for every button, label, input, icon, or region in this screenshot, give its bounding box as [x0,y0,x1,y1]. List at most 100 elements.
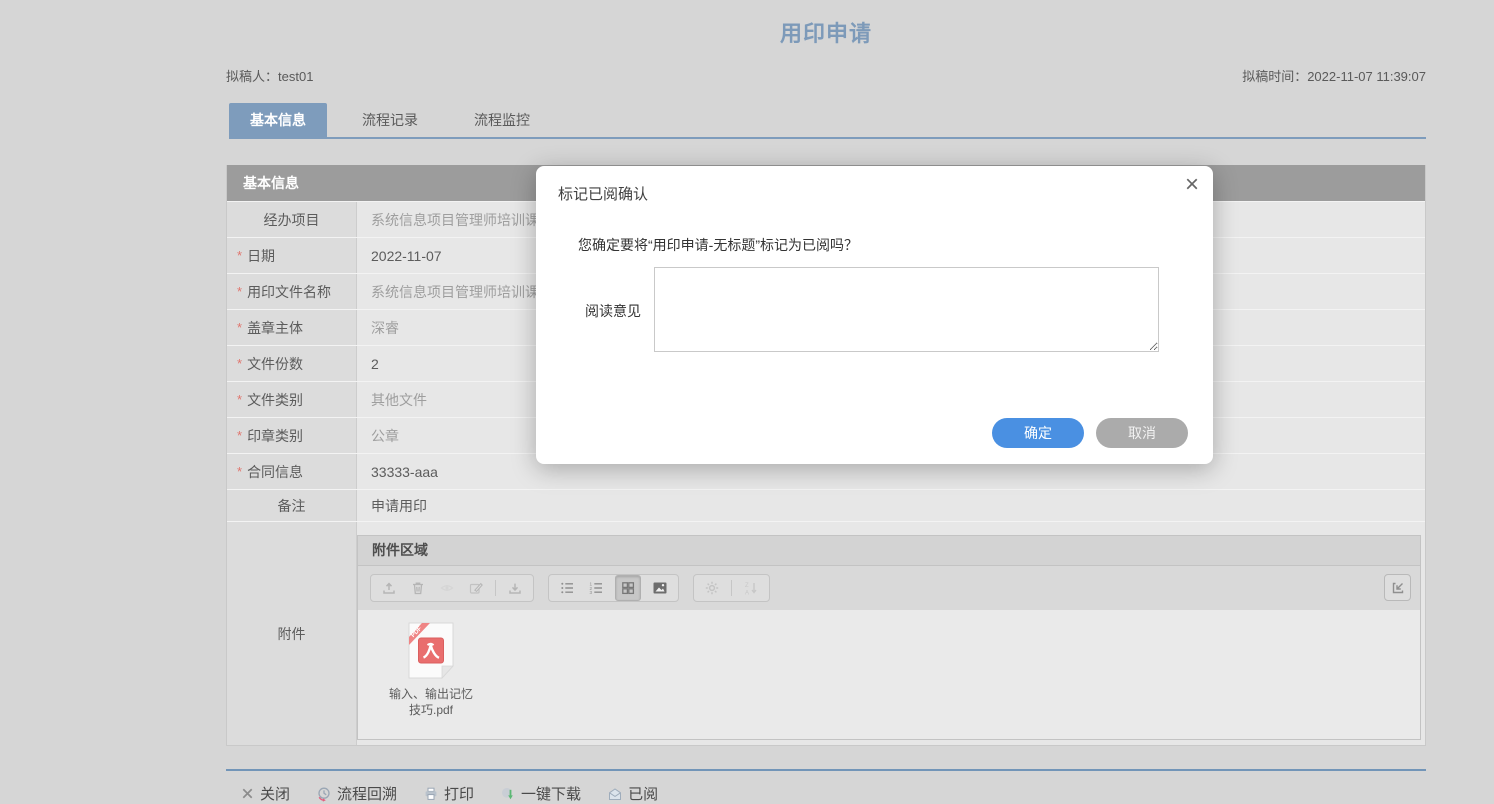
required-asterisk: * [237,356,243,371]
attachment-file-name: 输入、输出记忆 技巧.pdf [388,687,473,717]
sort-az-icon: ZA [743,580,759,596]
attachment-file-item[interactable]: PDF 输入、输出记忆 技巧.pdf [388,622,474,718]
required-asterisk: * [237,428,243,443]
reading-comment-textarea[interactable] [654,267,1159,352]
edit-pencil-icon [468,580,484,596]
toolbar-divider [731,580,732,596]
svg-text:A: A [745,591,749,597]
edit-button[interactable] [466,578,486,598]
field-label: 合同信息 [247,463,304,480]
svg-text:3: 3 [590,590,593,595]
mark-read-confirm-dialog: 标记已阅确认 × 您确定要将“用印申请-无标题”标记为已阅吗？ 阅读意见 确定 … [536,166,1213,464]
required-asterisk: * [237,392,243,407]
thumbnail-view-button[interactable] [650,578,670,598]
read-mail-icon [607,786,623,802]
field-label-cell: * 文件份数 [227,346,357,381]
tab-process-record[interactable]: 流程记录 [341,103,439,137]
field-label-cell: * 合同信息 [227,454,357,489]
process-trace-action[interactable]: 流程回溯 [316,783,397,804]
download-icon [507,580,523,596]
field-value: 申请用印 [357,490,1425,521]
dialog-actions: 确定 取消 [992,418,1188,448]
cancel-button[interactable]: 取消 [1096,418,1188,448]
toolbar-divider [495,580,496,596]
attachment-panel: 附件区域 1 2 3 Z A PDF 输入、输出记忆 技巧.pdf [357,535,1421,740]
attachment-panel-title: 附件区域 [358,536,1420,566]
field-label-cell: * 文件类别 [227,382,357,417]
close-action[interactable]: 关闭 [240,783,290,804]
drafter-label: 拟稿人： [226,69,279,84]
one-click-download-action[interactable]: 一键下载 [500,783,581,804]
field-label: 日期 [247,247,276,264]
field-label-cell: * 印章类别 [227,418,357,453]
field-label: 用印文件名称 [247,283,332,300]
field-label-cell: * 盖章主体 [227,310,357,345]
tab-process-monitor[interactable]: 流程监控 [453,103,551,137]
corner-import-icon [1390,580,1406,596]
table-row: 备注 申请用印 [227,489,1425,521]
printer-icon [423,786,439,802]
upload-button[interactable] [379,578,399,598]
download-button[interactable] [505,578,525,598]
svg-text:Z: Z [745,583,749,589]
field-label: 附件 [277,625,306,642]
field-label: 经办项目 [263,211,320,228]
delete-button[interactable] [408,578,428,598]
upload-icon [381,580,397,596]
collapse-panel-button[interactable] [1384,574,1411,601]
gear-icon [704,580,720,596]
field-label: 备注 [277,497,306,514]
print-action[interactable]: 打印 [423,783,474,804]
process-trace-label: 流程回溯 [337,786,398,803]
footer-action-bar: 关闭 流程回溯 打印 一键下载 已阅 [240,783,658,804]
bullet-list-view-button[interactable] [557,578,577,598]
confirm-button[interactable]: 确定 [992,418,1084,448]
image-view-icon [652,580,668,596]
tab-bar: 基本信息 流程记录 流程监控 [229,103,1426,139]
attachment-toolbar: 123 Z A [358,566,1420,610]
reading-comment-label: 阅读意见 [585,303,641,319]
dialog-title: 标记已阅确认 [558,186,649,203]
grid-view-button[interactable] [615,575,641,601]
required-asterisk: * [237,320,243,335]
field-label-cell: * 用印文件名称 [227,274,357,309]
bullet-list-icon [559,580,575,596]
mark-read-action[interactable]: 已阅 [607,783,658,804]
field-label: 盖章主体 [247,319,304,336]
draft-time-label: 拟稿时间： [1242,69,1308,84]
dialog-message: 您确定要将“用印申请-无标题”标记为已阅吗？ [578,237,858,253]
field-label: 文件份数 [247,355,304,372]
one-click-download-icon [500,786,516,802]
grid-view-icon [620,580,636,596]
drafter-value: test01 [278,69,314,84]
tab-basic-info[interactable]: 基本信息 [229,103,327,137]
required-asterisk: * [237,464,243,479]
field-label-cell: * 日期 [227,238,357,273]
settings-group: ZA [693,574,770,602]
field-label: 印章类别 [247,427,304,444]
numbered-list-view-button[interactable]: 123 [586,578,606,598]
attachment-list: PDF 输入、输出记忆 技巧.pdf [358,610,1420,739]
required-asterisk: * [237,284,243,299]
view-mode-group: 123 [548,574,679,602]
attachment-row: 附件 附件区域 1 2 3 Z A PDF 输入、输出记忆 技巧.pdf [227,521,1425,745]
close-action-label: 关闭 [260,786,291,803]
field-label: 文件类别 [247,391,304,408]
draft-time-info: 拟稿时间：2022-11-07 11:39:07 [1242,66,1426,85]
drafter-info: 拟稿人：test01 [226,66,313,85]
footer-divider [226,769,1426,771]
sort-button[interactable]: ZA [741,578,761,598]
pdf-file-icon: PDF [388,622,474,680]
settings-button[interactable] [702,578,722,598]
eye-icon [439,580,455,596]
close-x-icon [240,786,255,801]
trash-icon [410,580,426,596]
preview-button[interactable] [437,578,457,598]
file-action-group [370,574,534,602]
field-label-cell: 经办项目 [227,202,357,237]
meta-row: 拟稿人：test01 拟稿时间：2022-11-07 11:39:07 [226,66,1426,85]
one-click-download-label: 一键下载 [521,786,582,803]
dialog-close-icon[interactable]: × [1185,171,1199,200]
numbered-list-icon: 123 [588,580,604,596]
page-title: 用印申请 [779,21,872,46]
